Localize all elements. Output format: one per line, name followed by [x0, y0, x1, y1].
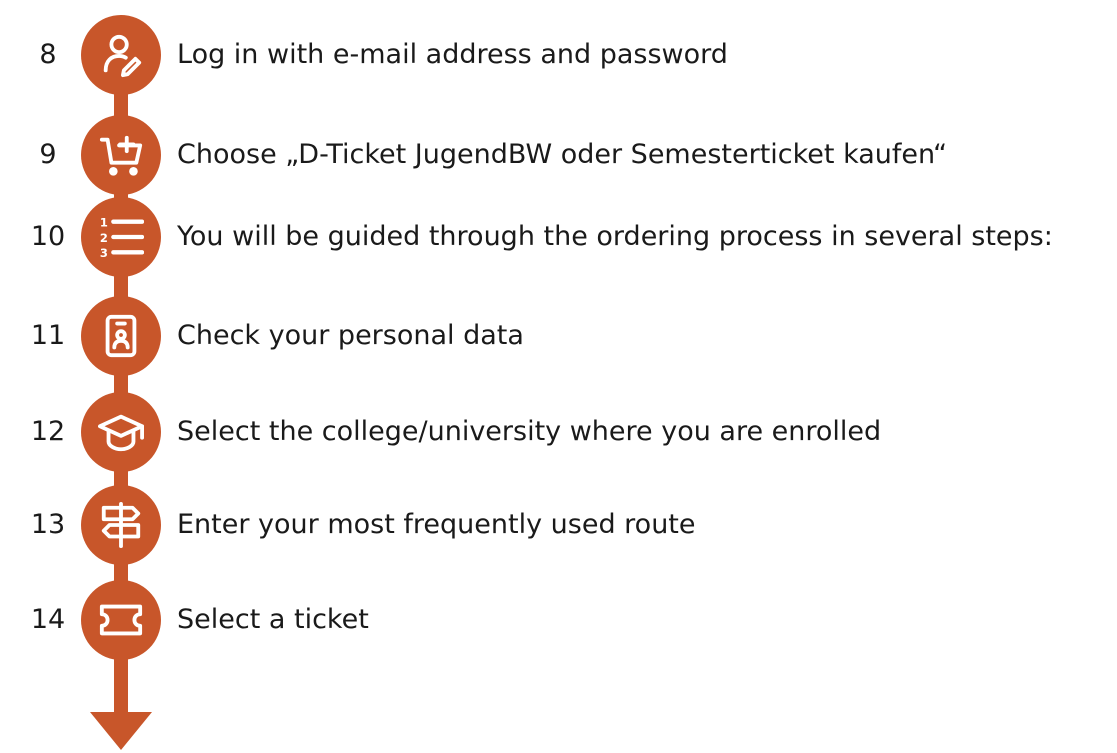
step-number: 8 — [39, 39, 57, 70]
timeline-arrow-down-icon — [90, 712, 152, 750]
svg-text:2: 2 — [100, 231, 108, 245]
step-text: Log in with e-mail address and password — [177, 39, 728, 70]
cart-add-icon — [81, 115, 161, 195]
step-text: You will be guided through the ordering … — [177, 221, 1053, 252]
step-number: 12 — [30, 416, 66, 447]
step-12: 12 Select the college/university where y… — [0, 392, 1117, 472]
step-11: 11 Check your personal data — [0, 296, 1117, 376]
step-10: 10 1 2 3 You will be guided through the … — [0, 197, 1117, 277]
step-number: 11 — [30, 320, 66, 351]
step-14: 14 Select a ticket — [0, 580, 1117, 660]
svg-text:3: 3 — [100, 246, 108, 260]
user-edit-icon — [81, 15, 161, 95]
step-text: Select a ticket — [177, 604, 369, 635]
step-text: Select the college/university where you … — [177, 416, 882, 447]
id-badge-icon — [81, 296, 161, 376]
step-number: 13 — [30, 509, 66, 540]
step-text: Choose „D-Ticket JugendBW oder Semestert… — [177, 139, 948, 170]
ticket-icon — [81, 580, 161, 660]
step-9: 9 Choose „D-Ticket JugendBW oder Semeste… — [0, 115, 1117, 195]
graduation-cap-icon — [81, 392, 161, 472]
step-number: 10 — [30, 221, 66, 252]
numbered-list-icon: 1 2 3 — [81, 197, 161, 277]
signpost-icon — [81, 485, 161, 565]
step-8: 8 Log in with e-mail address and passwor… — [0, 15, 1117, 95]
step-number: 14 — [30, 604, 66, 635]
svg-text:1: 1 — [100, 215, 108, 229]
step-number: 9 — [39, 139, 57, 170]
step-text: Enter your most frequently used route — [177, 509, 696, 540]
step-text: Check your personal data — [177, 320, 524, 351]
step-13: 13 Enter your most frequently used route — [0, 485, 1117, 565]
